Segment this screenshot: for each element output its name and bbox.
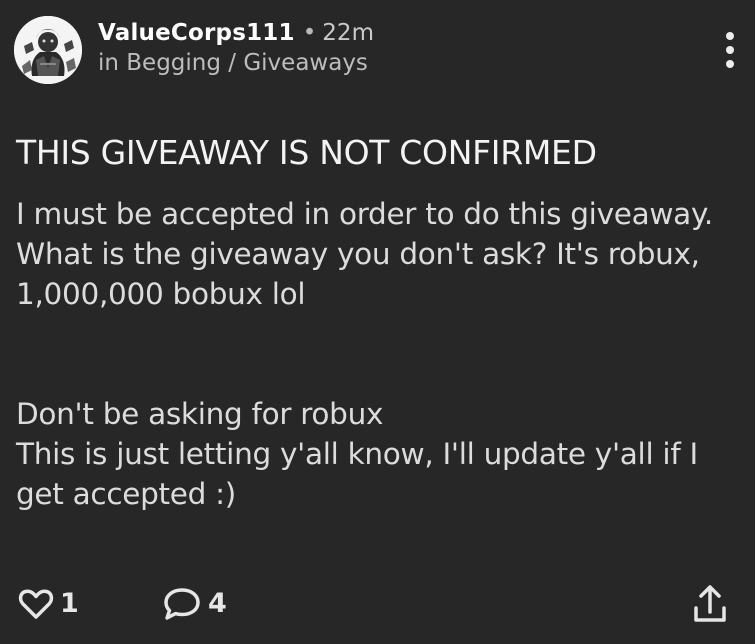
more-vertical-icon[interactable] — [716, 26, 744, 74]
post-card: ValueCorps111 • 22m in Begging / Giveaways… — [0, 0, 755, 644]
heart-icon — [18, 589, 54, 619]
menu-dot — [726, 46, 734, 54]
author-line: ValueCorps111 • 22m — [98, 18, 374, 48]
post-time: 22m — [322, 20, 374, 46]
like-button[interactable]: 1 — [16, 584, 79, 624]
post-body: I must be accepted in order to do this g… — [16, 197, 713, 511]
community-link[interactable]: in Begging / Giveaways — [98, 48, 374, 78]
comment-button[interactable]: 4 — [160, 584, 227, 624]
menu-dot — [726, 32, 734, 40]
share-button[interactable] — [690, 582, 730, 626]
author-name[interactable]: ValueCorps111 — [98, 20, 295, 46]
avatar-image — [14, 16, 82, 84]
avatar[interactable] — [14, 16, 82, 84]
menu-dot — [726, 60, 734, 68]
separator-dot: • — [302, 20, 317, 46]
post-header: ValueCorps111 • 22m in Begging / Giveaways — [98, 18, 374, 78]
comment-bubble-icon — [164, 588, 200, 620]
like-count: 1 — [60, 588, 79, 619]
post-actions: 1 4 — [0, 578, 755, 634]
share-upload-icon — [694, 585, 726, 622]
comment-count: 4 — [208, 588, 227, 619]
post-title: THIS GIVEAWAY IS NOT CONFIRMED — [16, 133, 597, 172]
